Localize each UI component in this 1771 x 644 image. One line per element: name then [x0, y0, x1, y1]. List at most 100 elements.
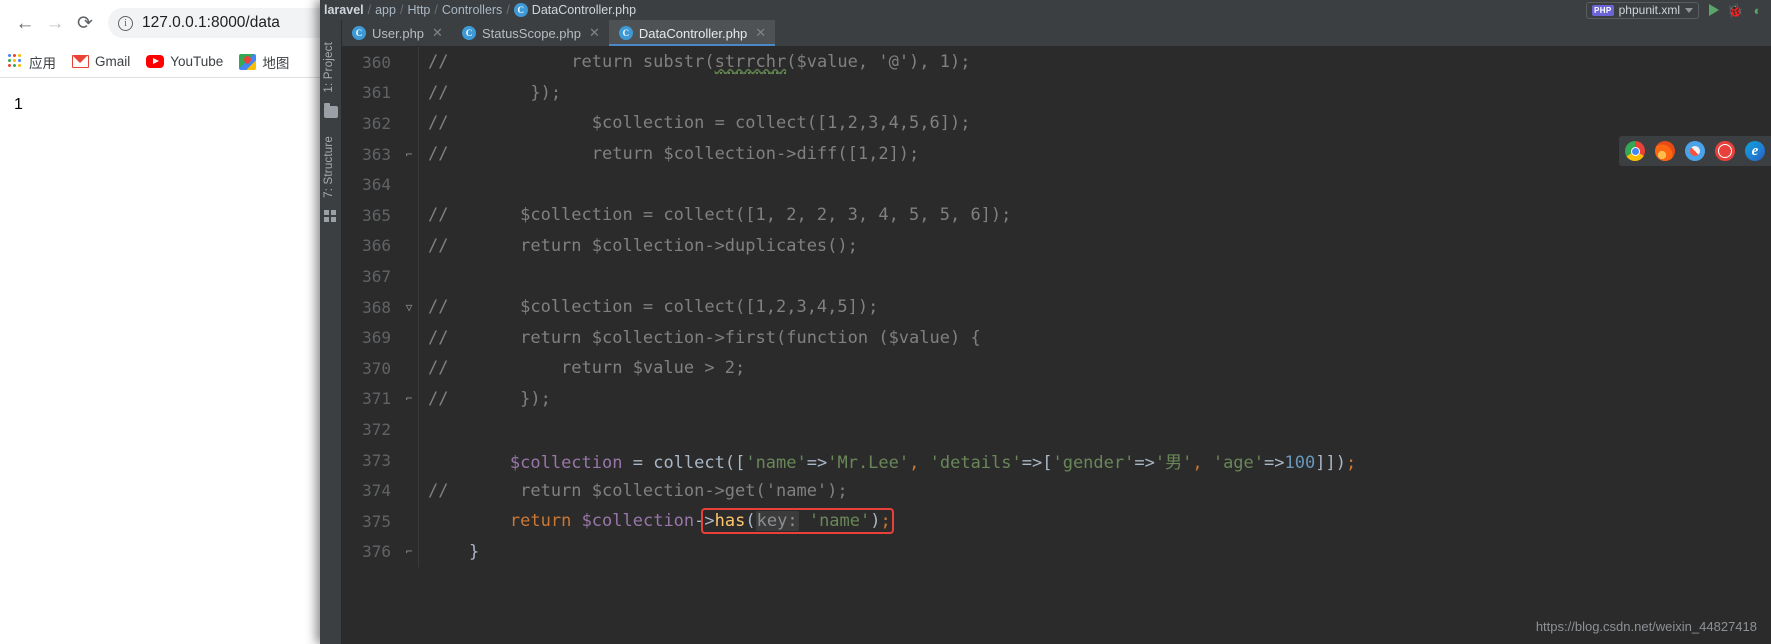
watermark: https://blog.csdn.net/weixin_44827418: [1535, 619, 1757, 634]
folder-icon[interactable]: [324, 103, 338, 118]
maps-icon: [239, 53, 257, 70]
line-number: 370: [362, 358, 391, 378]
breadcrumb-part-http[interactable]: Http: [407, 3, 430, 17]
firefox-icon[interactable]: [1655, 141, 1675, 161]
fold-marker[interactable]: ⌐: [400, 149, 418, 160]
code-line[interactable]: 373 $collection = collect(['name'=>'Mr.L…: [342, 444, 1771, 476]
line-number: 373: [362, 450, 391, 470]
code-line[interactable]: 363 ⌐ // return $collection->diff([1,2])…: [342, 138, 1771, 170]
ide-window: laravel / app / Http / Controllers / C D…: [320, 0, 1771, 644]
line-number: 360: [362, 52, 391, 72]
bookmark-label: YouTube: [170, 54, 224, 69]
back-button[interactable]: ←: [10, 8, 40, 38]
debug-icon[interactable]: 🐞: [1727, 3, 1743, 18]
php-badge-icon: PHP: [1591, 4, 1614, 16]
ide-body: 1: Project 7: Structure C User.php ✕ C S…: [320, 20, 1771, 644]
page-output-text: 1: [14, 96, 23, 113]
code-text: // });: [428, 388, 551, 409]
code-line-highlighted[interactable]: 375 return $collection->has(key: 'name')…: [342, 505, 1771, 537]
code-line[interactable]: 376 ⌐ }: [342, 536, 1771, 568]
bookmark-label: 地图: [262, 55, 290, 71]
gutter-divider: [418, 230, 428, 262]
run-configuration-selector[interactable]: PHP phpunit.xml: [1585, 1, 1699, 19]
editor-tab-bar: C User.php ✕ C StatusScope.php ✕ C DataC…: [342, 20, 1771, 46]
tab-datacontroller-php[interactable]: C DataController.php ✕: [608, 20, 776, 46]
bookmark-label: Gmail: [95, 54, 131, 69]
code-line[interactable]: 372: [342, 414, 1771, 445]
code-line[interactable]: 374 // return $collection->get('name');: [342, 475, 1771, 506]
breadcrumb-separator: /: [434, 3, 438, 17]
code-line[interactable]: 366 // return $collection->duplicates();: [342, 230, 1771, 262]
left-tool-strip: 1: Project 7: Structure: [320, 20, 342, 644]
code-text: // $collection = collect([1,2,3,4,5,6]);: [428, 113, 971, 134]
page-content: 1: [0, 78, 372, 644]
code-line[interactable]: 371 ⌐ // });: [342, 383, 1771, 415]
code-line[interactable]: 360 // return substr(strrchr($value, '@'…: [342, 47, 1771, 78]
line-number: 364: [362, 175, 391, 195]
close-icon[interactable]: ✕: [589, 25, 600, 41]
forward-button[interactable]: →: [40, 8, 70, 38]
code-text: // return $collection->first(function ($…: [428, 327, 981, 348]
breadcrumb-root[interactable]: laravel: [324, 3, 364, 17]
opera-icon[interactable]: [1715, 141, 1735, 161]
structure-icon[interactable]: [324, 210, 338, 222]
parameter-hint: key:: [755, 511, 799, 532]
fold-marker[interactable]: ⌐: [400, 393, 418, 404]
bookmarks-bar: 应用 Gmail YouTube 地图: [0, 46, 372, 78]
code-text: return $collection->has(key: 'name');: [509, 508, 894, 535]
code-text: // return $collection->get('name');: [428, 480, 848, 501]
bookmark-gmail[interactable]: Gmail: [72, 54, 130, 69]
fold-marker[interactable]: ▽: [400, 302, 418, 313]
breadcrumb-part-app[interactable]: app: [375, 3, 396, 17]
gutter-divider: [418, 138, 428, 170]
breadcrumb-file[interactable]: DataController.php: [532, 3, 636, 17]
line-number: 367: [362, 266, 391, 286]
bookmark-youtube[interactable]: YouTube: [146, 54, 223, 69]
reload-button[interactable]: ⟳: [70, 8, 100, 38]
run-configuration-label: phpunit.xml: [1618, 3, 1680, 17]
tab-user-php[interactable]: C User.php ✕: [342, 20, 452, 46]
edge-icon[interactable]: e: [1745, 141, 1765, 161]
fold-marker[interactable]: ⌐: [400, 546, 418, 557]
coverage-icon[interactable]: ◐: [1750, 3, 1765, 18]
browser-window: ← → ⟳ i 127.0.0.1:8000/data 应用 Gmail You…: [0, 0, 372, 644]
line-number: 365: [362, 205, 391, 225]
code-line[interactable]: 368 ▽ // $collection = collect([1,2,3,4,…: [342, 291, 1771, 323]
sidebar-item-structure[interactable]: 7: Structure: [319, 132, 339, 202]
line-number: 361: [362, 83, 391, 103]
close-icon[interactable]: ✕: [755, 25, 766, 41]
breadcrumb-part-controllers[interactable]: Controllers: [442, 3, 502, 17]
chrome-icon[interactable]: [1625, 141, 1645, 161]
code-line[interactable]: 370 // return $value > 2;: [342, 352, 1771, 384]
run-icon[interactable]: [1706, 3, 1721, 18]
gutter-divider: [418, 475, 428, 506]
code-line[interactable]: 365 // $collection = collect([1, 2, 2, 3…: [342, 199, 1771, 231]
line-number: 375: [362, 511, 391, 531]
ide-toolbar-right: PHP phpunit.xml 🐞 ◐: [1585, 1, 1765, 19]
code-area[interactable]: 360 // return substr(strrchr($value, '@'…: [342, 46, 1771, 568]
bookmark-apps[interactable]: 应用: [8, 52, 56, 72]
php-class-icon: C: [513, 3, 528, 17]
code-editor[interactable]: 360 // return substr(strrchr($value, '@'…: [342, 46, 1771, 644]
gutter-divider: [418, 108, 428, 139]
code-line[interactable]: 369 // return $collection->first(functio…: [342, 322, 1771, 353]
site-info-icon[interactable]: i: [118, 15, 133, 31]
code-line[interactable]: 362 // $collection = collect([1,2,3,4,5,…: [342, 108, 1771, 139]
gutter-divider: [418, 536, 428, 568]
code-line[interactable]: 361 // });: [342, 77, 1771, 109]
tab-statusscope-php[interactable]: C StatusScope.php ✕: [452, 20, 609, 46]
line-number: 363: [362, 144, 391, 164]
breadcrumb-separator: /: [367, 3, 372, 17]
bookmark-maps[interactable]: 地图: [239, 52, 289, 72]
close-icon[interactable]: ✕: [432, 25, 443, 41]
chevron-down-icon[interactable]: [1685, 7, 1693, 13]
code-line[interactable]: 367: [342, 261, 1771, 292]
code-text: // $collection = collect([1, 2, 2, 3, 4,…: [428, 205, 1012, 226]
code-text: $collection = collect(['name'=>'Mr.Lee',…: [509, 452, 1357, 473]
breadcrumb-separator: /: [506, 3, 510, 17]
gutter-divider: [418, 261, 428, 292]
sidebar-item-project[interactable]: 1: Project: [319, 38, 339, 97]
code-line[interactable]: 364: [342, 169, 1771, 200]
bookmark-label: 应用: [29, 55, 56, 71]
safari-icon[interactable]: [1685, 141, 1705, 161]
